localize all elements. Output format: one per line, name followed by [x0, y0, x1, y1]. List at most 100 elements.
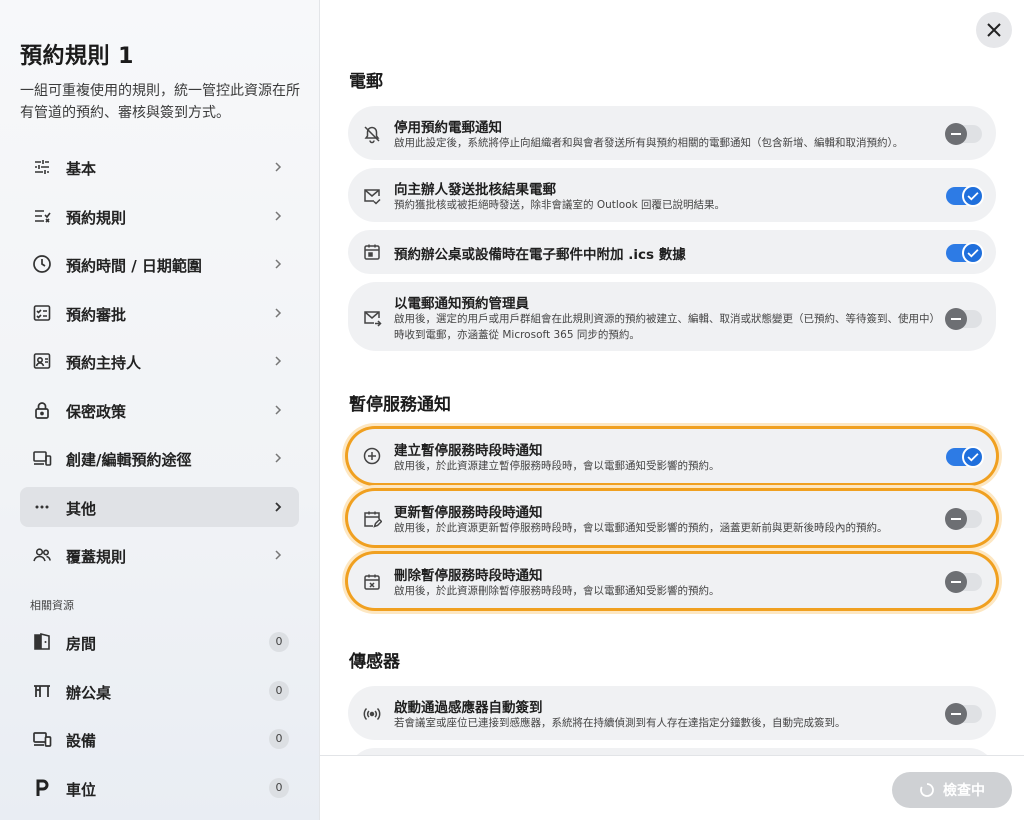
- setting-card-notify-admins: 以電郵通知預約管理員 啟用後，選定的用戶或用戶群組會在此規則資源的預約被建立、編…: [348, 282, 996, 351]
- toggle-knob: [945, 308, 967, 330]
- resource-count-badge: 0: [269, 681, 289, 701]
- toggle-switch[interactable]: [945, 571, 982, 593]
- host-icon: [32, 351, 52, 371]
- toggle-knob: [945, 123, 967, 145]
- toggle-knob: [945, 508, 967, 530]
- sidebar-item-label: 基本: [66, 160, 97, 178]
- setting-description: 預約獲批核或被拒絕時發送，除非會議室的 Outlook 回覆已說明結果。: [394, 199, 726, 211]
- setting-title: 向主辦人發送批核結果電郵: [394, 182, 556, 198]
- chevron-right-icon: [271, 402, 285, 418]
- calendar-remove-icon: [362, 572, 382, 592]
- sidebar-item-override[interactable]: 覆蓋規則: [20, 535, 299, 575]
- sidebar-item-approval[interactable]: 預約審批: [20, 293, 299, 333]
- toggle-switch[interactable]: [946, 446, 984, 468]
- resource-label: 設備: [66, 732, 97, 750]
- setting-card-outage-create: 建立暫停服務時段時通知 啟用後，於此資源建立暫停服務時段時，會以電郵通知受影響的…: [348, 429, 996, 483]
- sliders-icon: [32, 157, 52, 177]
- chevron-right-icon: [271, 547, 285, 563]
- setting-description: 啟用後，於此資源更新暫停服務時段時，會以電郵通知受影響的預約，涵蓋更新前與更新後…: [394, 522, 888, 534]
- devices-icon: [32, 448, 52, 468]
- setting-title: 更新暫停服務時段時通知: [394, 505, 543, 521]
- chevron-right-icon: [271, 159, 285, 175]
- sidebar-item-label: 覆蓋規則: [66, 548, 127, 566]
- sidebar-item-label: 預約主持人: [66, 354, 142, 372]
- toggle-knob: [945, 703, 967, 725]
- toggle-switch[interactable]: [945, 508, 982, 530]
- sidebar-title: 預約規則 1: [20, 44, 134, 69]
- toggle-knob: [945, 571, 967, 593]
- resource-count-badge: 0: [269, 729, 289, 749]
- sidebar-item-privacy[interactable]: 保密政策: [20, 390, 299, 430]
- lock-icon: [32, 400, 52, 420]
- setting-card-ics-attach: 預約辦公桌或設備時在電子郵件中附加 .ics 數據: [348, 230, 996, 274]
- door-icon: [32, 632, 52, 652]
- resource-item-parking[interactable]: 車位 0: [20, 768, 299, 808]
- sidebar-item-host[interactable]: 預約主持人: [20, 341, 299, 381]
- resource-label: 辦公桌: [66, 684, 112, 702]
- toggle-switch[interactable]: [946, 242, 984, 264]
- spinner-icon: [920, 783, 934, 797]
- clock-icon: [32, 254, 52, 274]
- related-resources-label: 相關資源: [30, 599, 74, 612]
- toggle-knob: [962, 446, 984, 468]
- chevron-right-icon: [271, 305, 285, 321]
- setting-title: 以電郵通知預約管理員: [394, 296, 529, 312]
- setting-card-outage-delete: 刪除暫停服務時段時通知 啟用後，於此資源刪除暫停服務時段時，會以電郵通知受影響的…: [348, 554, 996, 608]
- setting-description: 若會議室或座位已連接到感應器，系統將在持續偵測到有人存在達指定分鐘數後，自動完成…: [394, 717, 846, 729]
- parking-icon: [32, 778, 52, 798]
- toggle-switch[interactable]: [945, 703, 982, 725]
- sidebar-item-channels[interactable]: 創建/編輯預約途徑: [20, 438, 299, 478]
- checking-button[interactable]: 檢查中: [892, 772, 1012, 808]
- resource-label: 車位: [66, 781, 97, 799]
- sidebar: 預約規則 1 一組可重複使用的規則，統一管控此資源在所有管道的預約、審核與簽到方…: [0, 0, 320, 820]
- add-circle-icon: [362, 446, 382, 466]
- setting-title: 刪除暫停服務時段時通知: [394, 568, 543, 584]
- toggle-switch[interactable]: [945, 123, 982, 145]
- settings-panel[interactable]: 電郵 停用預約電郵通知 啟用此設定後，系統將停止向組織者和與會者發送所有與預約相…: [320, 0, 1024, 755]
- chevron-right-icon: [271, 353, 285, 369]
- group-title-sensor: 傳感器: [349, 652, 400, 672]
- setting-description: 啟用後，於此資源刪除暫停服務時段時，會以電郵通知受影響的預約。: [394, 585, 720, 597]
- resource-count-badge: 0: [269, 778, 289, 798]
- sidebar-item-basic[interactable]: 基本: [20, 147, 299, 187]
- group-title-outage: 暫停服務通知: [349, 395, 451, 415]
- sidebar-item-label: 預約規則: [66, 209, 127, 227]
- sensor-icon: [362, 704, 382, 724]
- setting-description: 啟用此設定後，系統將停止向組織者和與會者發送所有與預約相關的電郵通知（包含新增、…: [394, 137, 904, 149]
- resource-item-equipment[interactable]: 設備 0: [20, 719, 299, 759]
- setting-description: 啟用後，選定的用戶或用戶群組會在此規則資源的預約被建立、編輯、取消或狀態變更（已…: [394, 313, 935, 341]
- chevron-right-icon: [271, 256, 285, 272]
- setting-description: 啟用後，於此資源建立暫停服務時段時，會以電郵通知受影響的預約。: [394, 460, 720, 472]
- setting-title: 建立暫停服務時段時通知: [394, 443, 543, 459]
- mail-check-icon: [362, 186, 382, 206]
- sidebar-item-time-range[interactable]: 預約時間 / 日期範圍: [20, 244, 299, 284]
- chevron-right-icon: [271, 499, 285, 515]
- desk-icon: [32, 681, 52, 701]
- sidebar-item-label: 保密政策: [66, 403, 127, 421]
- toggle-knob: [962, 185, 984, 207]
- setting-card-sensor-checkin: 啟動通過感應器自動簽到 若會議室或座位已連接到感應器，系統將在持續偵測到有人存在…: [348, 686, 996, 740]
- approval-icon: [32, 303, 52, 323]
- sidebar-item-other[interactable]: 其他: [20, 487, 299, 527]
- more-icon: [32, 497, 52, 517]
- sidebar-item-booking-rules[interactable]: 預約規則: [20, 196, 299, 236]
- bell-off-icon: [362, 124, 382, 144]
- people-icon: [32, 545, 52, 565]
- checklist-icon: [32, 206, 52, 226]
- group-title-email: 電郵: [349, 72, 383, 92]
- setting-card-disable-email: 停用預約電郵通知 啟用此設定後，系統將停止向組織者和與會者發送所有與預約相關的電…: [348, 106, 996, 160]
- calendar-edit-icon: [362, 509, 382, 529]
- setting-title: 預約辦公桌或設備時在電子郵件中附加 .ics 數據: [394, 247, 686, 263]
- footer-bar: 檢查中: [320, 755, 1024, 820]
- setting-card-approval-email: 向主辦人發送批核結果電郵 預約獲批核或被拒絕時發送，除非會議室的 Outlook…: [348, 168, 996, 222]
- setting-title: 停用預約電郵通知: [394, 120, 502, 136]
- mail-forward-icon: [362, 308, 382, 328]
- equipment-icon: [32, 729, 52, 749]
- calendar-icon: [362, 242, 382, 262]
- resource-count-badge: 0: [269, 632, 289, 652]
- toggle-switch[interactable]: [946, 185, 984, 207]
- resource-item-rooms[interactable]: 房間 0: [20, 622, 299, 662]
- toggle-switch[interactable]: [945, 308, 982, 330]
- chevron-right-icon: [271, 208, 285, 224]
- resource-item-desks[interactable]: 辦公桌 0: [20, 671, 299, 711]
